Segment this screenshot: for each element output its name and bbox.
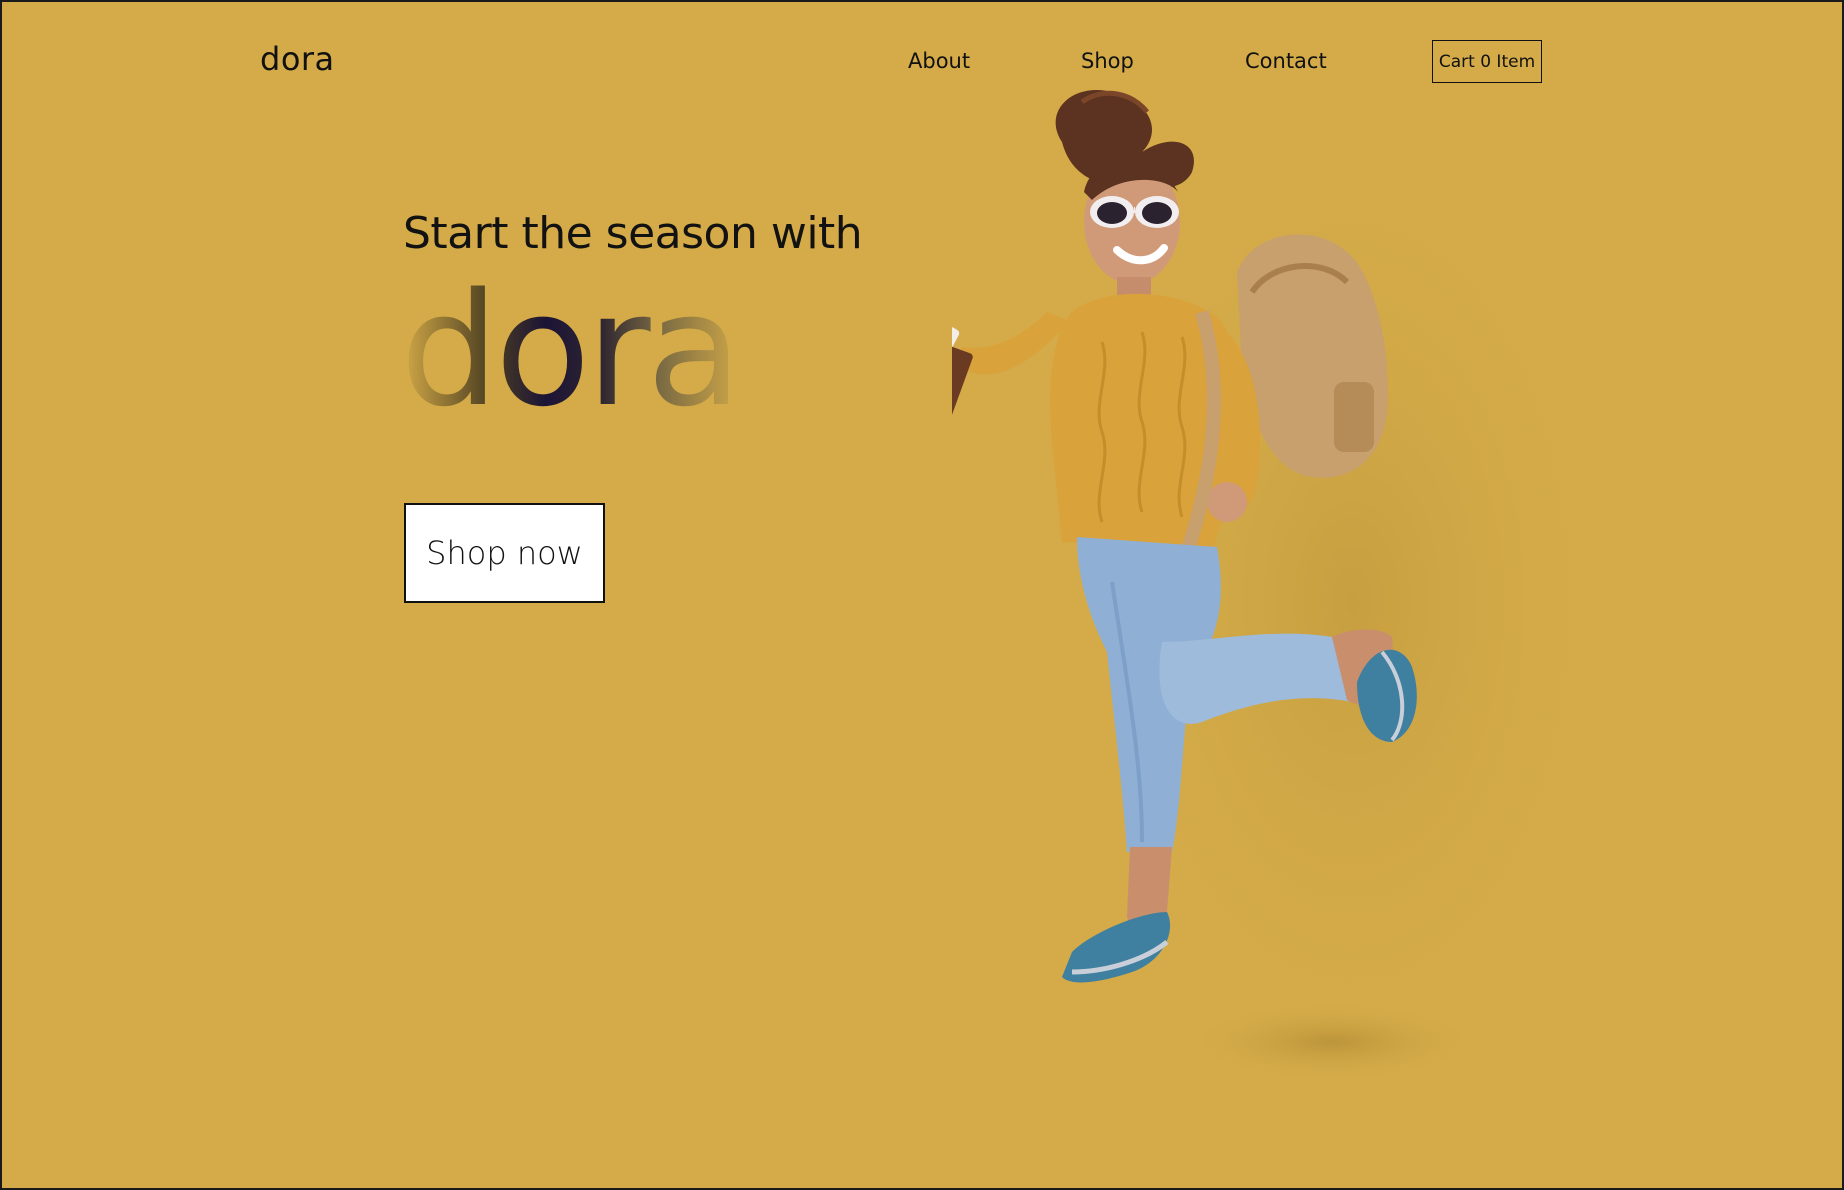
hero-photo (952, 82, 1652, 1112)
cart-button[interactable]: Cart 0 Item (1432, 40, 1542, 83)
hero-tagline: Start the season with (403, 208, 863, 259)
shop-now-button[interactable]: Shop now (404, 503, 605, 603)
nav-shop[interactable]: Shop (1081, 49, 1134, 73)
nav-about[interactable]: About (908, 49, 970, 73)
page: dora About Shop Contact Cart 0 Item Star… (2, 2, 1842, 1188)
brand-logo[interactable]: dora (260, 40, 335, 78)
hero-brand-wordmark: dora (400, 272, 746, 428)
nav-contact[interactable]: Contact (1245, 49, 1327, 73)
